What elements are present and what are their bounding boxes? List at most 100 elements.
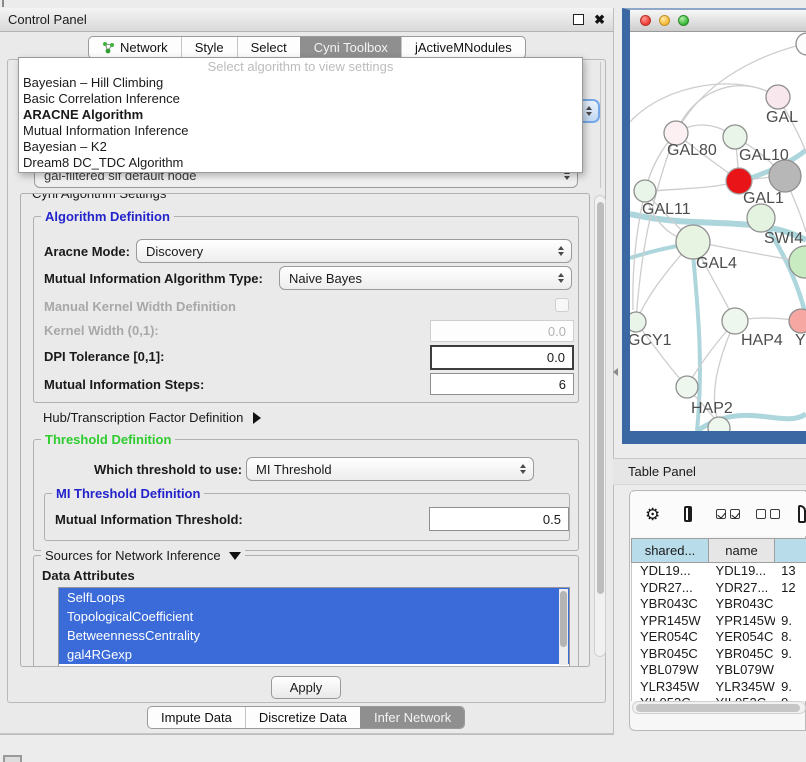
table-row[interactable]: YPR145WYPR145W9. (632, 613, 806, 630)
table-cell: 8. (775, 629, 806, 646)
network-node[interactable] (769, 160, 801, 192)
dpi-tolerance-value: 0.0 (547, 350, 565, 365)
table-cell: YLR345W (632, 679, 710, 696)
network-node-label: GAL80 (667, 142, 717, 159)
algorithm-option[interactable]: Bayesian – Hill Climbing (19, 75, 582, 91)
mi-threshold-group-title: MI Threshold Definition (52, 486, 204, 501)
network-node[interactable] (789, 309, 806, 333)
bottom-left-widget[interactable] (3, 755, 22, 762)
table-cell: YPR145W (710, 613, 776, 630)
network-node[interactable] (796, 33, 806, 55)
table-cell: YER054C (632, 629, 710, 646)
zoom-window-icon[interactable] (678, 15, 689, 26)
apply-button[interactable]: Apply (271, 676, 341, 699)
document-icon[interactable] (798, 505, 806, 523)
data-attribute-item[interactable]: SelfLoops (59, 588, 569, 607)
aracne-mode-label: Aracne Mode: (44, 244, 130, 259)
data-attribute-item[interactable]: BetweennessCentrality (59, 626, 569, 645)
tab-network[interactable]: Network (89, 37, 181, 58)
list-scrollbar-thumb[interactable] (560, 591, 567, 647)
control-panel-titlebar: Control Panel ✖ (0, 8, 613, 32)
mi-steps-field[interactable]: 6 (430, 373, 574, 395)
splitter-arrow-icon[interactable] (613, 368, 618, 376)
network-node[interactable] (722, 308, 748, 334)
data-attribute-item[interactable]: gal4RGexp (59, 645, 569, 664)
mi-threshold-group: MI Threshold Definition Mutual Informati… (44, 493, 570, 541)
data-attribute-item[interactable]: TopologicalCoefficient (59, 607, 569, 626)
table-cell: YBR043C (710, 596, 776, 613)
tab-select[interactable]: Select (237, 37, 300, 58)
close-window-icon[interactable] (640, 15, 651, 26)
dpi-tolerance-field[interactable]: 0.0 (430, 345, 574, 370)
table-row[interactable]: YBL079WYBL079W (632, 662, 806, 679)
network-node[interactable] (766, 85, 790, 109)
mi-threshold-field[interactable]: 0.5 (429, 507, 569, 531)
table-hscrollbar[interactable] (632, 701, 806, 714)
manual-kernel-checkbox[interactable] (555, 298, 569, 312)
column-header-shared-name[interactable]: shared... (631, 538, 709, 563)
tab-jactivemnodules-label: jActiveMNodules (415, 40, 512, 55)
dpi-tolerance-label: DPI Tolerance [0,1]: (44, 349, 164, 364)
gear-icon[interactable]: ⚙ (645, 506, 660, 523)
network-canvas[interactable]: GALGAL80GAL10GAL1GAL11SWI4GAL4GCY1HAP4YH… (630, 31, 806, 431)
table-row[interactable]: YLR345WYLR345W9. (632, 679, 806, 696)
network-node[interactable] (723, 125, 747, 149)
algorithm-option[interactable]: ARACNE Algorithm (19, 107, 582, 123)
kernel-width-field[interactable]: 0.0 (430, 320, 574, 342)
table-row[interactable]: YBR045CYBR045C9. (632, 646, 806, 663)
minimize-window-icon[interactable] (659, 15, 670, 26)
threshold-definition-title: Threshold Definition (41, 432, 175, 447)
hub-definition-toggle[interactable]: Hub/Transcription Factor Definition (43, 410, 261, 425)
network-node[interactable] (676, 376, 698, 398)
tab-jactivemnodules[interactable]: jActiveMNodules (401, 37, 525, 58)
tab-select-label: Select (251, 40, 287, 55)
algorithm-option[interactable]: Dream8 DC_TDC Algorithm (19, 155, 582, 171)
table-cell: YDL19... (632, 563, 710, 580)
data-attributes-label: Data Attributes (42, 568, 135, 583)
table-row[interactable]: YBR043CYBR043C (632, 596, 806, 613)
table-cell: 12 (775, 580, 806, 597)
mi-steps-label: Mutual Information Steps: (44, 377, 204, 392)
table-cell: YLR345W (710, 679, 776, 696)
tab-cyni-toolbox-label: Cyni Toolbox (314, 40, 388, 55)
close-panel-icon[interactable]: ✖ (594, 12, 605, 28)
hub-definition-label: Hub/Transcription Factor Definition (43, 410, 243, 425)
table-row[interactable]: YDL19...YDL19...13 (632, 563, 806, 580)
table-cell: YDR27... (632, 580, 710, 597)
sources-group-title-row[interactable]: Sources for Network Inference (41, 548, 245, 563)
sources-group: Sources for Network Inference Data Attri… (33, 555, 579, 667)
column-header-name[interactable]: name (709, 538, 775, 563)
tab-cyni-toolbox[interactable]: Cyni Toolbox (300, 37, 401, 58)
list-scrollbar[interactable] (559, 589, 568, 665)
table-row[interactable]: YDR27...YDR27...12 (632, 580, 806, 597)
kernel-width-value: 0.0 (548, 324, 566, 339)
tab-impute-data[interactable]: Impute Data (148, 707, 245, 728)
settings-scrollbar[interactable] (594, 195, 606, 657)
float-panel-icon[interactable] (573, 14, 584, 25)
tab-infer-network[interactable]: Infer Network (360, 707, 464, 728)
network-node[interactable] (747, 204, 775, 232)
algorithm-option[interactable]: Bayesian – K2 (19, 139, 582, 155)
mi-algorithm-type-combo[interactable]: Naive Bayes (279, 266, 572, 290)
deselect-all-icon[interactable] (756, 509, 780, 519)
table-cell: YDR27... (710, 580, 776, 597)
settings-scrollbar-thumb[interactable] (597, 202, 604, 594)
table-rows-viewport: YDL19...YDL19...13YDR27...YDR27...12YBR0… (631, 563, 806, 701)
algorithm-option[interactable]: Basic Correlation Inference (19, 91, 582, 107)
algorithm-option[interactable]: Mutual Information Inference (19, 123, 582, 139)
table-hscrollbar-thumb[interactable] (636, 704, 800, 712)
network-node-label: SWI4 (764, 230, 803, 247)
table-cell: YBL079W (632, 662, 710, 679)
threshold-definition-group: Threshold Definition Which threshold to … (33, 439, 579, 551)
tab-discretize-data[interactable]: Discretize Data (245, 707, 360, 728)
tab-style[interactable]: Style (181, 37, 237, 58)
table-row[interactable]: YER054CYER054C8. (632, 629, 806, 646)
which-threshold-combo[interactable]: MI Threshold (246, 457, 534, 481)
split-columns-icon[interactable] (684, 506, 692, 522)
network-node[interactable] (634, 180, 656, 202)
network-node[interactable] (676, 225, 710, 259)
network-node[interactable] (630, 312, 646, 332)
aracne-mode-combo[interactable]: Discovery (136, 239, 572, 263)
select-all-icon[interactable] (716, 509, 740, 519)
column-header-clipped[interactable] (775, 538, 806, 563)
